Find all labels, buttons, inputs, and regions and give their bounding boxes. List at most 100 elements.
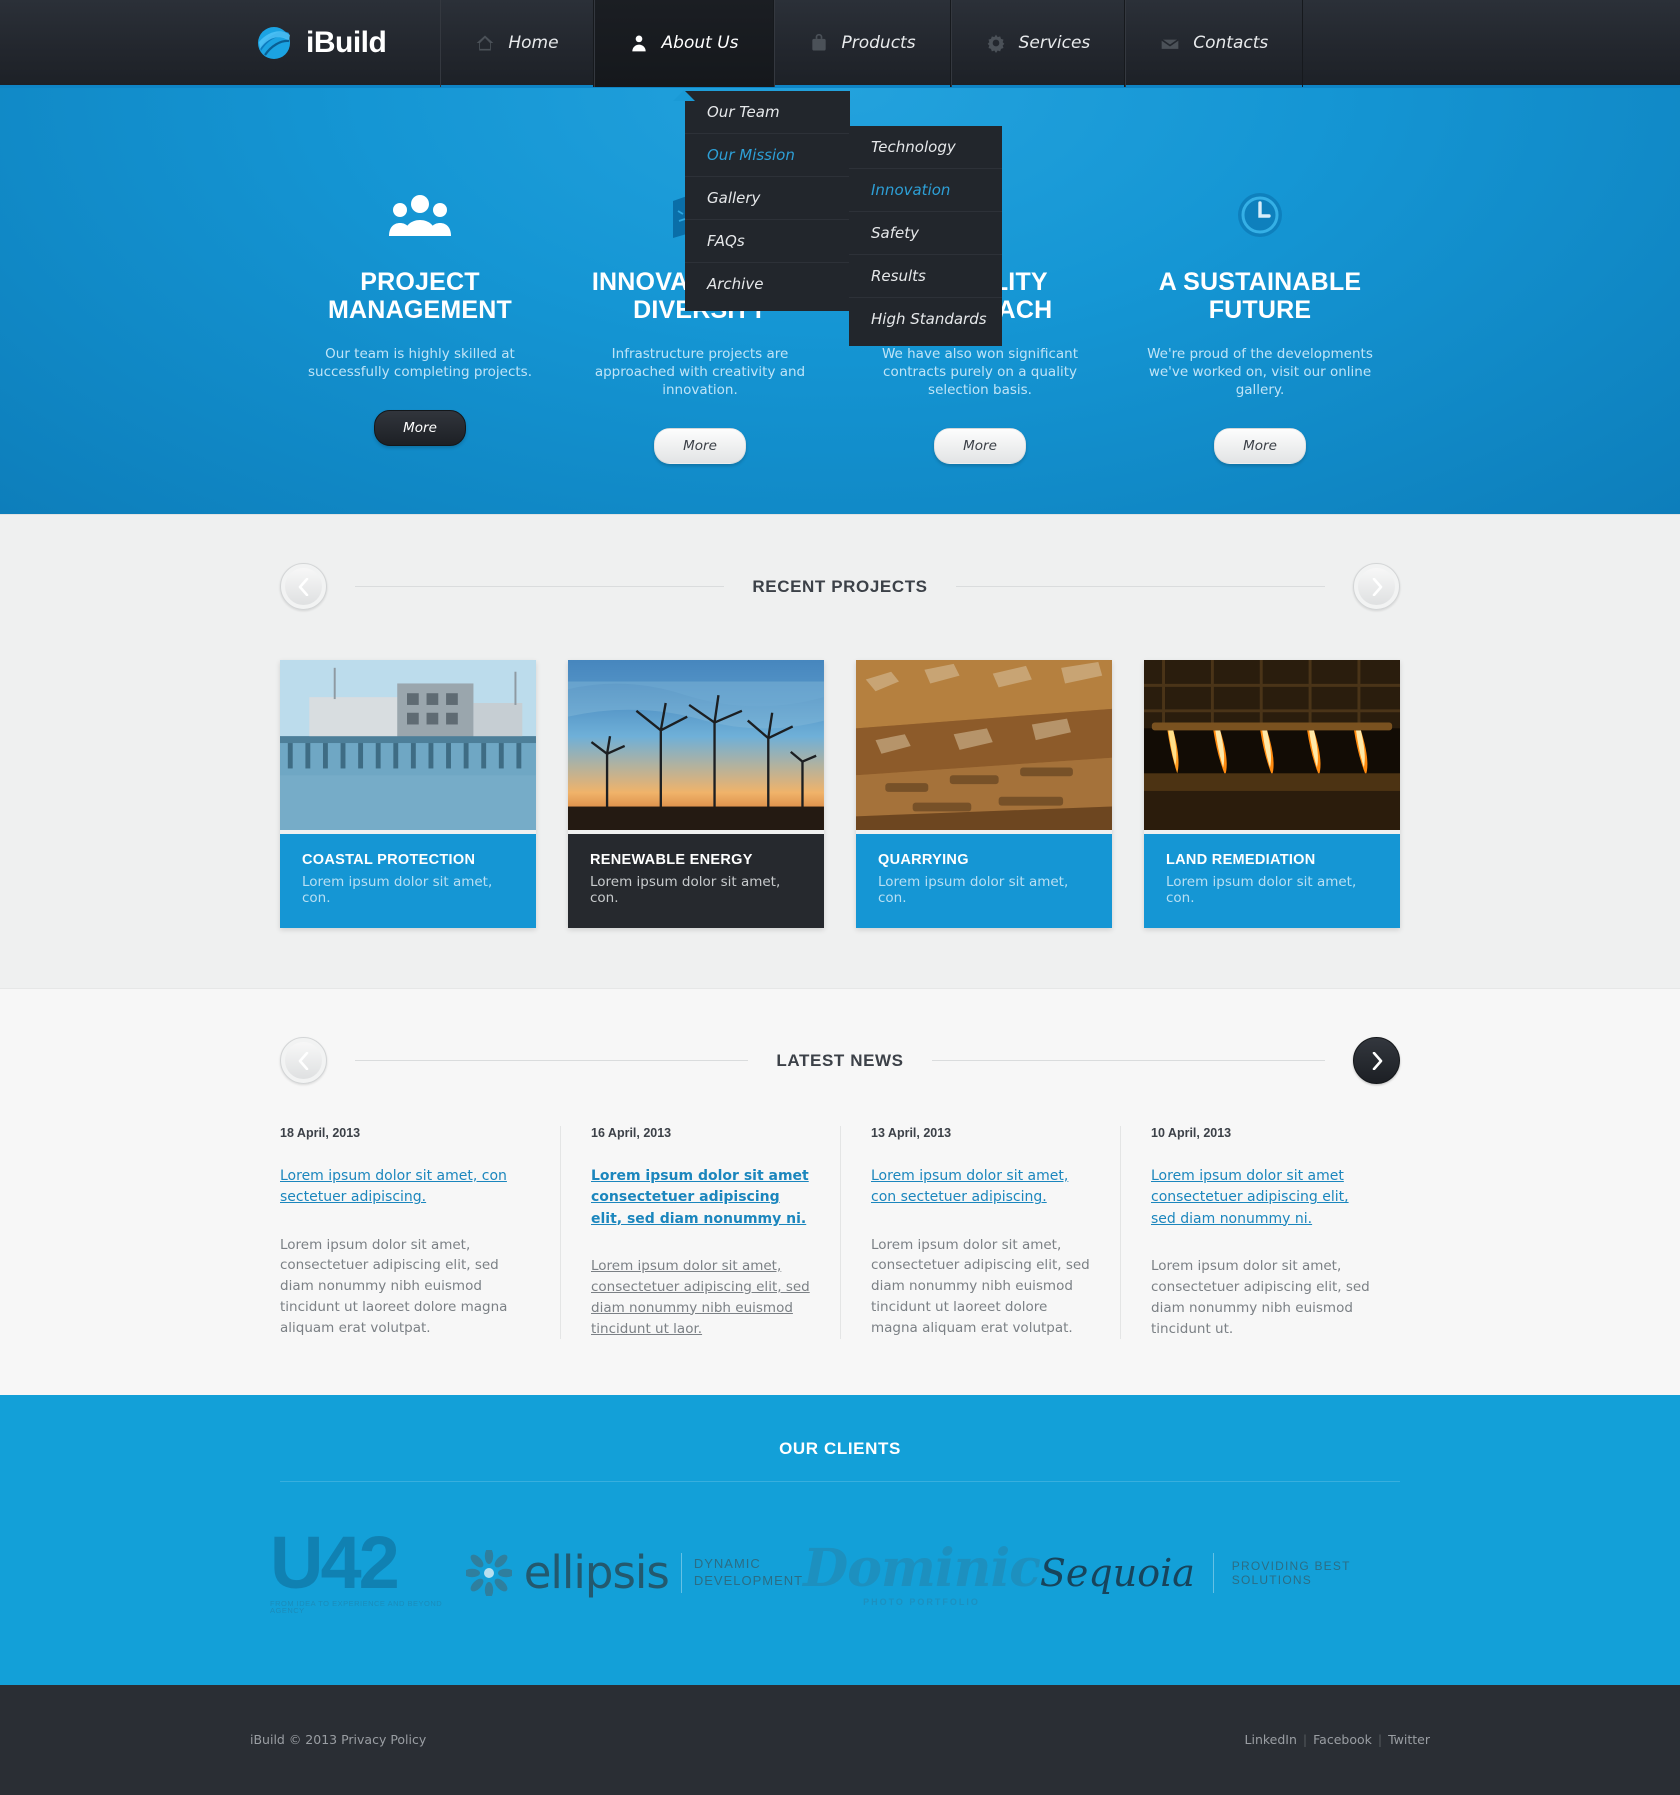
client-logo-u42-sub: FROM IDEA TO EXPERIENCE AND BEYOND AGENC… bbox=[270, 1599, 443, 1615]
chevron-right-icon bbox=[1372, 1051, 1382, 1070]
divider-left bbox=[355, 1060, 749, 1061]
dropdown-item-archive[interactable]: Archive bbox=[685, 263, 850, 305]
client-logo-sequoia-name: Sequoia bbox=[1039, 1550, 1195, 1595]
news-items: 18 April, 2013 Lorem ipsum dolor sit ame… bbox=[280, 1084, 1400, 1340]
nav-label-services: Services bbox=[1018, 32, 1091, 53]
footer-separator: | bbox=[1302, 1732, 1308, 1748]
dropdown-item-our-team[interactable]: Our Team bbox=[685, 91, 850, 134]
mail-icon bbox=[1161, 38, 1180, 49]
project-caption: QUARRYING Lorem ipsum dolor sit amet, co… bbox=[856, 834, 1112, 928]
chevron-right-icon bbox=[1372, 577, 1382, 596]
client-logo-u42-name: U42 bbox=[270, 1521, 400, 1605]
tagline-line-1: DYNAMIC bbox=[693, 1556, 761, 1572]
news-body: Lorem ipsum dolor sit amet, consectetuer… bbox=[1151, 1257, 1370, 1337]
nav-item-home[interactable]: Home bbox=[440, 0, 594, 87]
hero-title: PROJECT MANAGEMENT bbox=[328, 268, 512, 324]
logo-divider bbox=[1212, 1552, 1214, 1593]
project-image-quarry bbox=[856, 660, 1112, 834]
hero-more-button[interactable]: More bbox=[934, 427, 1026, 464]
projects-prev-button[interactable] bbox=[280, 563, 327, 610]
footer-link-facebook[interactable]: Facebook bbox=[1313, 1732, 1372, 1747]
news-item: 18 April, 2013 Lorem ipsum dolor sit ame… bbox=[280, 1126, 560, 1339]
nav-label-products: Products bbox=[841, 32, 916, 53]
project-card[interactable]: QUARRYING Lorem ipsum dolor sit amet, co… bbox=[856, 660, 1112, 928]
footer-copyright: iBuild © 2013 Privacy Policy bbox=[250, 1732, 427, 1748]
site-logo[interactable]: iBuild bbox=[255, 24, 387, 62]
nav-item-about-us[interactable]: About Us bbox=[593, 0, 774, 101]
project-title: RENEWABLE ENERGY bbox=[590, 852, 753, 868]
client-logo-ellipsis-name: ellipsis bbox=[523, 1546, 670, 1600]
recent-projects-header: RECENT PROJECTS bbox=[280, 515, 1400, 610]
news-date: 13 April, 2013 bbox=[871, 1126, 952, 1140]
project-card[interactable]: COASTAL PROTECTION Lorem ipsum dolor sit… bbox=[280, 660, 536, 928]
hero-text: We have also won significant contracts p… bbox=[881, 346, 1079, 398]
project-desc: Lorem ipsum dolor sit amet, con. bbox=[302, 874, 493, 906]
hero-more-button[interactable]: More bbox=[1214, 427, 1306, 464]
project-card[interactable]: LAND REMEDIATION Lorem ipsum dolor sit a… bbox=[1144, 660, 1400, 928]
nav-item-contacts[interactable]: Contacts bbox=[1125, 0, 1304, 87]
site-footer: iBuild © 2013 Privacy Policy LinkedIn | Fa… bbox=[0, 1684, 1680, 1795]
gear-icon bbox=[987, 34, 1004, 53]
client-logo-dominic-name: Dominic bbox=[803, 1538, 1041, 1600]
news-headline-link[interactable]: Lorem ipsum dolor sit amet consectetuer … bbox=[1151, 1166, 1370, 1230]
project-cards: COASTAL PROTECTION Lorem ipsum dolor sit… bbox=[280, 610, 1400, 928]
news-body: Lorem ipsum dolor sit amet, consectetuer… bbox=[871, 1236, 1090, 1337]
hero-column-project-management: PROJECT MANAGEMENT Our team is highly sk… bbox=[280, 186, 560, 464]
hero-text: Infrastructure projects are approached w… bbox=[594, 346, 806, 398]
client-logo-dominic[interactable]: Dominic PHOTO PORTFOLIO bbox=[803, 1538, 1041, 1607]
footer-social-links: LinkedIn | Facebook | Twitter bbox=[1245, 1732, 1430, 1747]
client-logo-ellipsis[interactable]: ellipsis DYNAMIC DEVELOPMENT bbox=[465, 1546, 803, 1600]
dropdown-item-gallery[interactable]: Gallery bbox=[685, 177, 850, 220]
section-title: RECENT PROJECTS bbox=[752, 576, 928, 596]
news-prev-button[interactable] bbox=[280, 1037, 327, 1084]
submenu-item-technology[interactable]: Technology bbox=[849, 126, 1002, 169]
submenu-item-high-standards[interactable]: High Standards bbox=[849, 298, 1002, 340]
project-image-coastal bbox=[280, 660, 536, 834]
nav-item-services[interactable]: Services bbox=[950, 0, 1126, 87]
footer-link-linkedin[interactable]: LinkedIn bbox=[1245, 1732, 1297, 1747]
news-next-button[interactable] bbox=[1353, 1037, 1401, 1084]
client-logo-u42[interactable]: U42 FROM IDEA TO EXPERIENCE AND BEYOND A… bbox=[270, 1526, 466, 1615]
hero-more-button[interactable]: More bbox=[654, 427, 746, 464]
footer-link-twitter[interactable]: Twitter bbox=[1388, 1732, 1430, 1747]
news-headline-link[interactable]: Lorem ipsum dolor sit amet, con sectetue… bbox=[871, 1166, 1090, 1209]
project-title: COASTAL PROTECTION bbox=[302, 852, 476, 868]
projects-next-button[interactable] bbox=[1353, 563, 1400, 610]
news-item: 10 April, 2013 Lorem ipsum dolor sit ame… bbox=[1120, 1126, 1400, 1340]
latest-news-header: LATEST NEWS bbox=[280, 989, 1401, 1084]
dropdown-item-faqs[interactable]: FAQs bbox=[685, 220, 850, 263]
clock-icon bbox=[1140, 186, 1380, 244]
submenu-item-innovation[interactable]: Innovation bbox=[849, 169, 1002, 212]
divider-left bbox=[355, 586, 725, 587]
submenu-item-results[interactable]: Results bbox=[849, 255, 1002, 298]
nav-label-about-us: About Us bbox=[661, 32, 739, 53]
client-logo-sequoia[interactable]: Sequoia PROVIDING BEST SOLUTIONS bbox=[1040, 1551, 1410, 1595]
project-desc: Lorem ipsum dolor sit amet, con. bbox=[878, 874, 1069, 906]
flower-icon bbox=[465, 1549, 512, 1596]
logo-divider bbox=[680, 1552, 682, 1593]
divider-right bbox=[955, 586, 1325, 587]
nav-label-home: Home bbox=[508, 32, 559, 53]
news-headline-link[interactable]: Lorem ipsum dolor sit amet, con sectetue… bbox=[280, 1166, 530, 1209]
dropdown-item-our-mission[interactable]: Our Mission bbox=[685, 134, 850, 177]
recent-projects-section: RECENT PROJECTS COASTAL PROTECTION Lorem… bbox=[0, 514, 1680, 988]
project-card[interactable]: RENEWABLE ENERGY Lorem ipsum dolor sit a… bbox=[568, 660, 824, 928]
project-image-steel bbox=[1144, 660, 1400, 834]
project-title: QUARRYING bbox=[878, 852, 969, 868]
hero-text: We're proud of the developments we've wo… bbox=[1147, 346, 1373, 398]
nav-item-products[interactable]: Products bbox=[773, 0, 951, 87]
news-headline-link[interactable]: Lorem ipsum dolor sit amet consectetuer … bbox=[591, 1166, 810, 1230]
news-date: 16 April, 2013 bbox=[591, 1126, 672, 1140]
people-group-icon bbox=[300, 186, 540, 244]
tagline-line-2: DEVELOPMENT bbox=[693, 1572, 804, 1588]
client-logo-ellipsis-tagline: DYNAMIC DEVELOPMENT bbox=[694, 1556, 803, 1589]
box-icon bbox=[811, 33, 826, 50]
project-desc: Lorem ipsum dolor sit amet, con. bbox=[590, 874, 781, 906]
submenu-item-safety[interactable]: Safety bbox=[849, 212, 1002, 255]
client-logo-sequoia-tagline: PROVIDING BEST SOLUTIONS bbox=[1231, 1558, 1351, 1587]
site-header: iBuild Home About Us Products Services C… bbox=[0, 0, 1680, 101]
hero-more-button[interactable]: More bbox=[374, 409, 466, 446]
project-caption: COASTAL PROTECTION Lorem ipsum dolor sit… bbox=[280, 834, 536, 928]
swoosh-globe-icon bbox=[255, 24, 293, 62]
section-title: LATEST NEWS bbox=[776, 1050, 904, 1070]
